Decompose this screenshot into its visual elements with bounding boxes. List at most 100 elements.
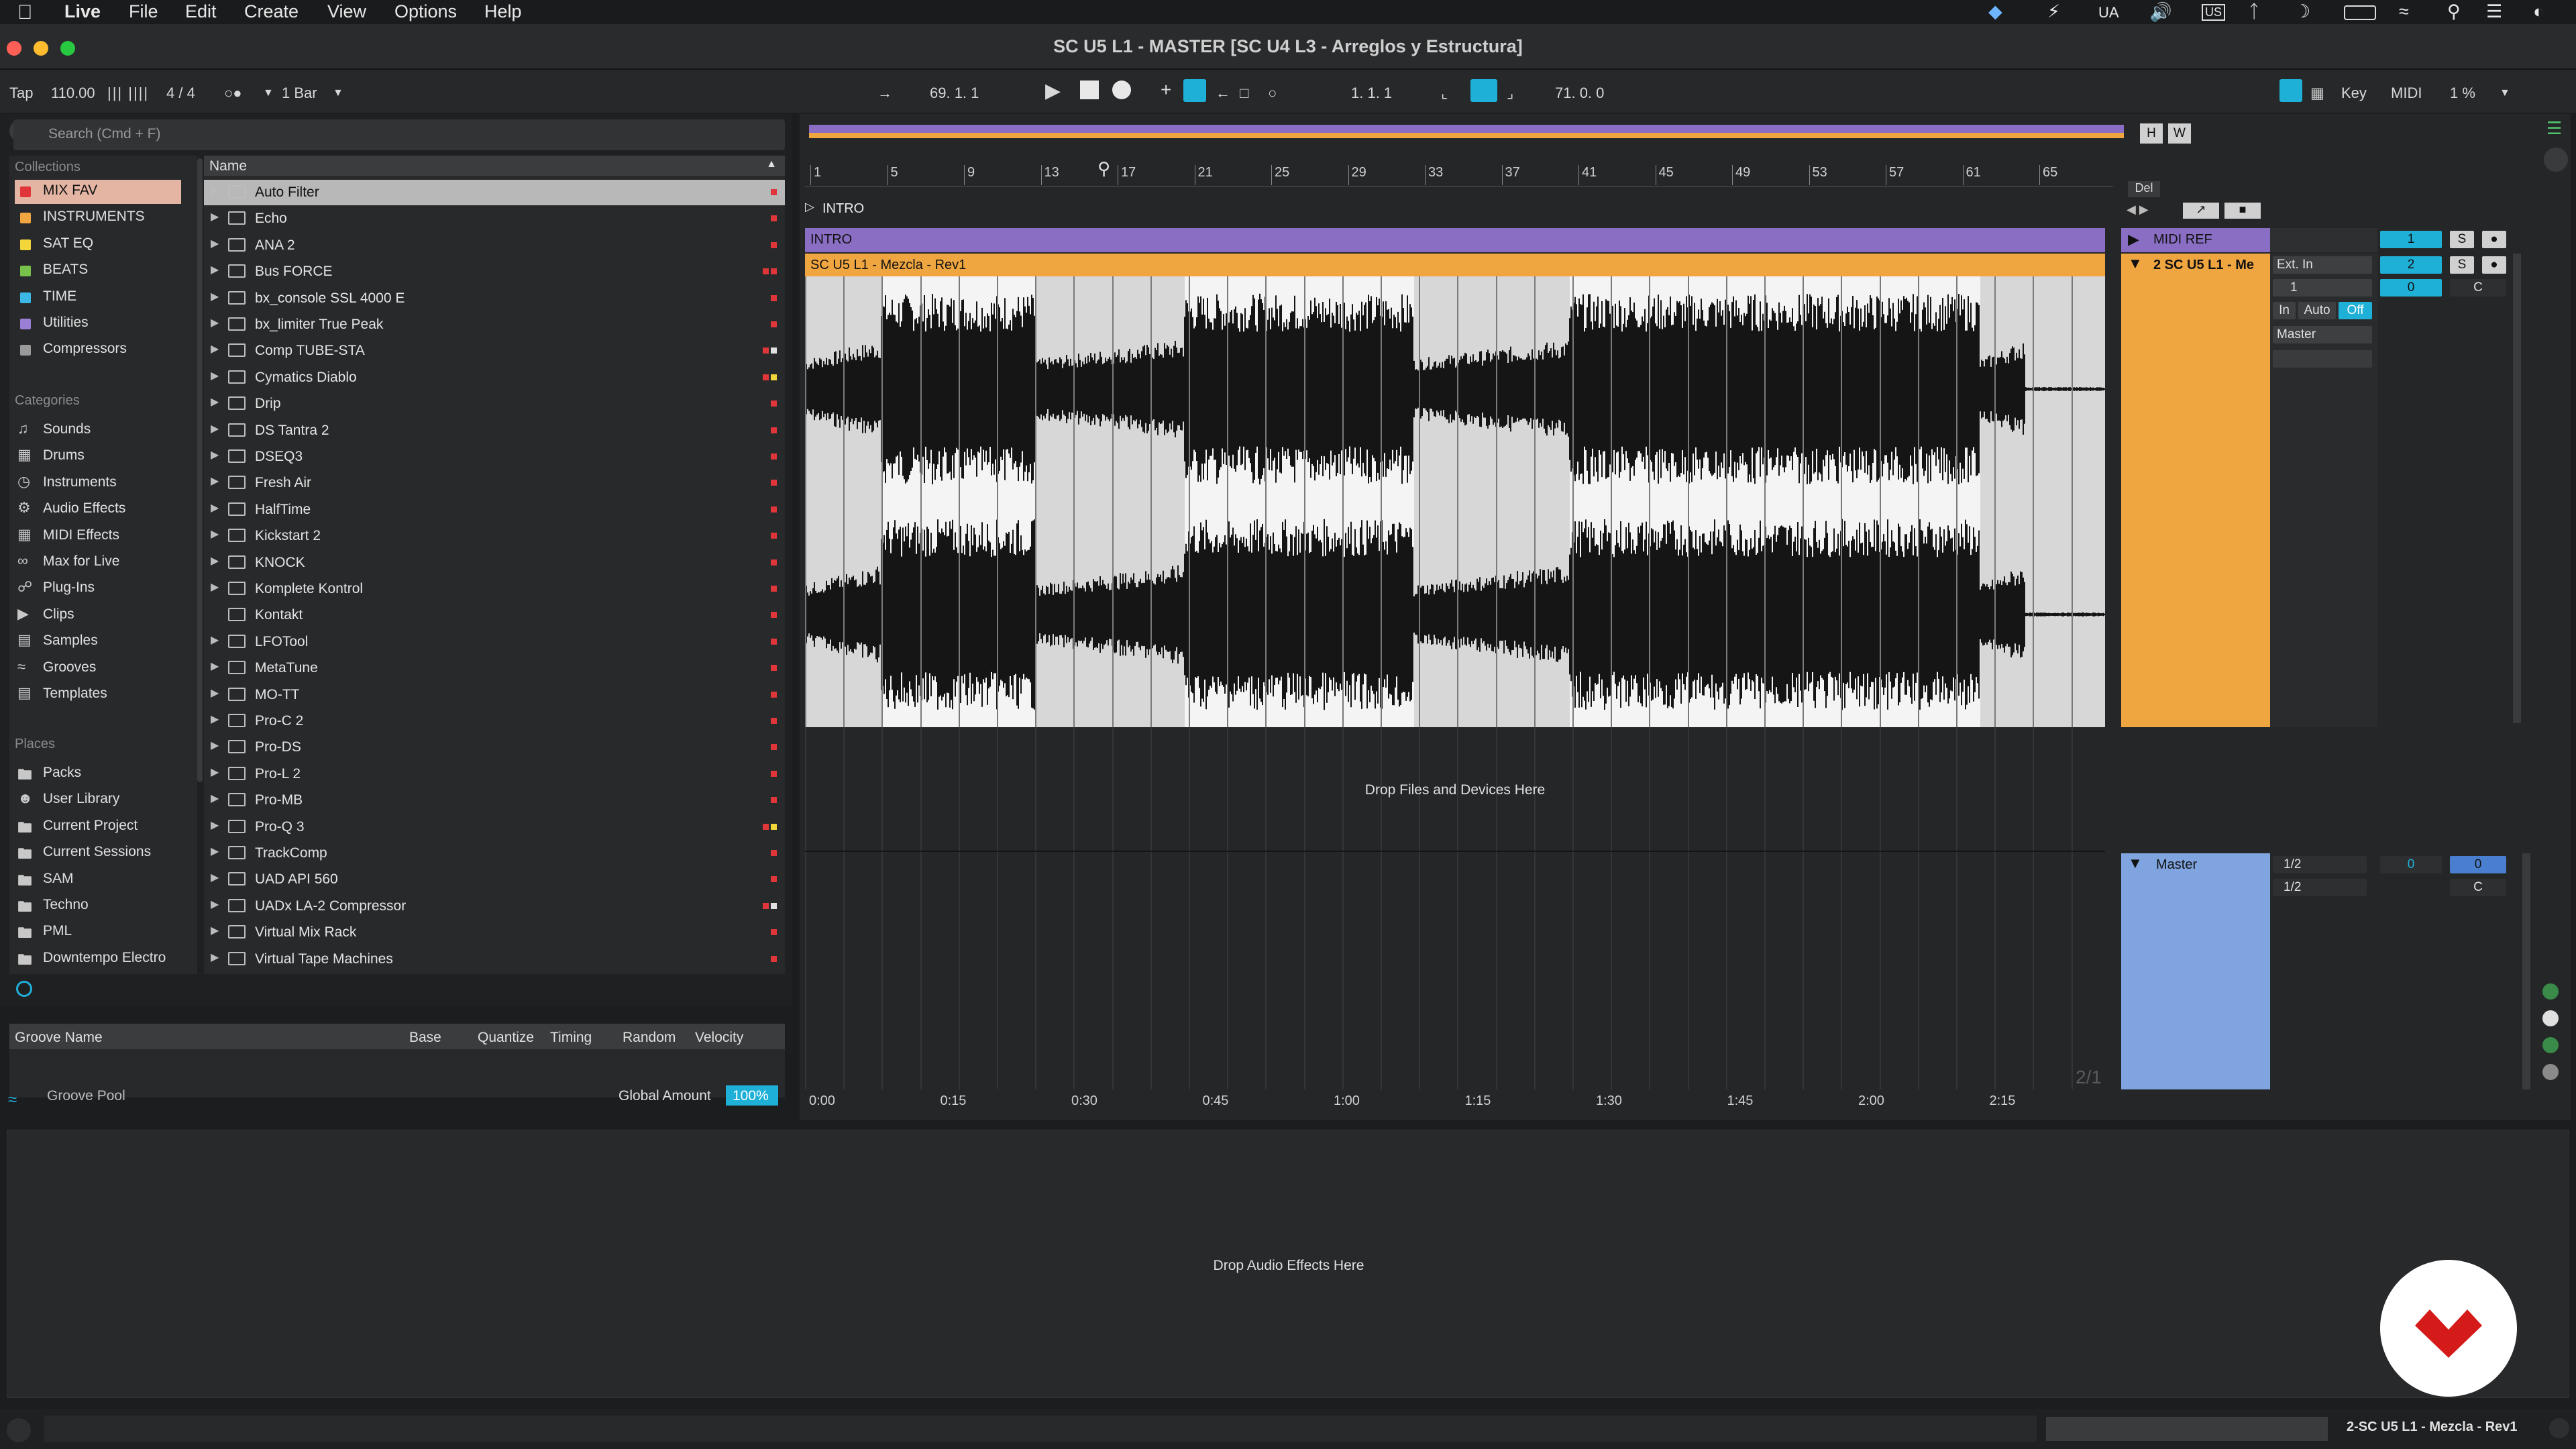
follow-icon[interactable]: →	[877, 85, 892, 102]
groove-col-base[interactable]: Base	[409, 1030, 441, 1046]
browser-item-trackcomp[interactable]: ▶ TrackComp	[204, 841, 785, 866]
expand-arrow-icon[interactable]: ▶	[211, 898, 219, 911]
ua-connect-icon[interactable]: ◆	[1988, 1, 2002, 22]
browser-item-pro-l-2[interactable]: ▶ Pro-L 2	[204, 761, 785, 787]
expand-arrow-icon[interactable]: ▶	[211, 395, 219, 409]
expand-arrow-icon[interactable]: ▶	[211, 818, 219, 832]
browser-item-bx-limiter-true-peak[interactable]: ▶ bx_limiter True Peak	[204, 312, 785, 337]
browser-item-comp-tube-sta[interactable]: ▶ Comp TUBE-STA	[204, 338, 785, 364]
browser-item-cymatics-diablo[interactable]: ▶ Cymatics Diablo	[204, 365, 785, 390]
category-max-for-live[interactable]: ∞ Max for Live	[15, 551, 181, 575]
global-amount-field[interactable]: 100%	[726, 1085, 778, 1106]
expand-arrow-icon[interactable]: ▶	[211, 686, 219, 700]
browser-item-pro-mb[interactable]: ▶ Pro-MB	[204, 788, 785, 813]
place-current-project[interactable]: 🖿 Current Project	[15, 815, 181, 839]
browser-search-input[interactable]: Search (Cmd + F)	[13, 119, 785, 150]
expand-arrow-icon[interactable]: ▶	[211, 871, 219, 884]
notification-icon[interactable]: ◐	[2533, 1, 2544, 22]
groove-col-quantize[interactable]: Quantize	[478, 1030, 534, 1046]
loop-switch-button[interactable]	[1470, 79, 1497, 102]
output-channel-dropdown[interactable]	[2273, 350, 2372, 368]
groove-pool-icon[interactable]: ≈	[8, 1091, 17, 1110]
menu-file[interactable]: File	[129, 1, 158, 22]
category-templates[interactable]: ▤ Templates	[15, 683, 181, 707]
collection-time[interactable]: TIME	[15, 286, 181, 310]
collection-compressors[interactable]: Compressors	[15, 338, 181, 362]
monitor-off-button[interactable]: Off	[2339, 302, 2372, 319]
browser-item-virtual-tape-machines[interactable]: ▶ Virtual Tape Machines	[204, 947, 785, 972]
time-ruler[interactable]: 0:00 0:15 0:30 0:45 1:00 1:15 1:30 1:45 2:00 2:15	[805, 1089, 2105, 1116]
expand-arrow-icon[interactable]: ▶	[211, 712, 219, 726]
tempo-field[interactable]: 110.00	[51, 85, 95, 102]
device-view[interactable]: Drop Audio Effects Here	[7, 1130, 2569, 1398]
w-zoom-button[interactable]: W	[2168, 123, 2191, 144]
clip-overview-mini[interactable]	[2046, 1417, 2328, 1441]
expand-arrow-icon[interactable]: ▶	[211, 448, 219, 462]
groove-col-name[interactable]: Groove Name	[15, 1030, 103, 1046]
browser-item-ana-2[interactable]: ▶ ANA 2	[204, 233, 785, 258]
back-to-arrangement-icon[interactable]: ←	[1216, 85, 1230, 102]
browser-item-dseq3[interactable]: ▶ DSEQ3	[204, 444, 785, 470]
monitor-auto-button[interactable]: Auto	[2298, 302, 2336, 319]
metronome-dropdown-icon[interactable]: ▼	[263, 87, 274, 99]
name-column-header[interactable]: Name ▲	[204, 156, 785, 176]
place-pml[interactable]: 🖿 PML	[15, 920, 181, 945]
midi-ref-arm-icon[interactable]: ●	[2482, 231, 2506, 248]
sends-toggle-icon[interactable]	[2542, 1064, 2559, 1080]
track2-pan[interactable]: C	[2450, 279, 2506, 297]
track-midi-ref[interactable]: ▶ MIDI REF	[2121, 228, 2270, 252]
place-current-sessions[interactable]: 🖿 Current Sessions	[15, 841, 181, 865]
locator-nav-icon[interactable]: ◀ ▶	[2127, 203, 2149, 217]
midi-ref-track-activator[interactable]: 1	[2380, 231, 2442, 248]
menu-app[interactable]: Live	[64, 1, 101, 22]
browser-item-pro-c-2[interactable]: ▶ Pro-C 2	[204, 708, 785, 734]
menu-create[interactable]: Create	[244, 1, 299, 22]
reenable-automation-icon[interactable]	[2542, 1010, 2559, 1026]
browser-item-komplete-kontrol[interactable]: ▶ Komplete Kontrol	[204, 576, 785, 602]
expand-arrow-icon[interactable]: ▶	[211, 290, 219, 303]
audio-clip-waveform[interactable]	[805, 276, 2105, 727]
groove-col-velocity[interactable]: Velocity	[695, 1030, 743, 1046]
expand-arrow-icon[interactable]: ▶	[211, 422, 219, 435]
loop-start-field[interactable]: 1. 1. 1	[1351, 85, 1392, 102]
expand-arrow-icon[interactable]: ▶	[211, 501, 219, 515]
expand-arrow-icon[interactable]: ▶	[211, 580, 219, 594]
play-button[interactable]: ▶	[1045, 79, 1061, 103]
draw-mode-button[interactable]	[2279, 79, 2302, 102]
h-zoom-button[interactable]: H	[2140, 123, 2163, 144]
lock-icon[interactable]: ■	[2224, 203, 2261, 219]
menu-view[interactable]: View	[327, 1, 366, 22]
time-signature-field[interactable]: 4 / 4	[166, 85, 195, 102]
expand-arrow-icon[interactable]: ▶	[211, 554, 219, 568]
browser-item-kickstart-2[interactable]: ▶ Kickstart 2	[204, 523, 785, 549]
expand-arrow-icon[interactable]: ▶	[211, 924, 219, 937]
browser-item-bus-force[interactable]: ▶ Bus FORCE	[204, 259, 785, 284]
io-toggle-icon[interactable]	[2542, 1037, 2559, 1053]
sort-icon[interactable]: ▲	[766, 158, 777, 170]
browser-item-pro-ds[interactable]: ▶ Pro-DS	[204, 735, 785, 760]
expand-arrow-icon[interactable]: ▶	[211, 184, 219, 197]
midi-ref-solo-button[interactable]: S	[2450, 231, 2474, 248]
input-type-dropdown[interactable]: Ext. In	[2273, 256, 2372, 274]
place-downtempo-electro[interactable]: 🖿 Downtempo Electro	[15, 947, 181, 971]
track-master[interactable]: ▼ Master	[2121, 853, 2270, 1089]
hot-swap-icon[interactable]	[16, 981, 32, 997]
loop-record-icon[interactable]: ○	[1268, 85, 1277, 102]
audio-clip-header[interactable]: SC U5 L1 - Mezcla - Rev1	[805, 254, 2105, 276]
input-channel-dropdown[interactable]: 1	[2273, 279, 2372, 297]
wifi-icon[interactable]: ≈	[2399, 1, 2409, 22]
browser-item-mo-tt[interactable]: ▶ MO-TT	[204, 682, 785, 708]
midi-map-button[interactable]: MIDI	[2391, 85, 2422, 102]
expand-arrow-icon[interactable]: ▶	[211, 210, 219, 223]
menu-lines-icon[interactable]: ☰	[2546, 118, 2565, 138]
browser-item-auto-filter[interactable]: ▶ Auto Filter	[204, 180, 785, 205]
expand-icon[interactable]: ↗	[2183, 203, 2219, 219]
keyboard-icon[interactable]: ▦	[2310, 85, 2324, 102]
expand-arrow-icon[interactable]: ▶	[211, 263, 219, 276]
browser-item-virtual-mix-rack[interactable]: ▶ Virtual Mix Rack	[204, 920, 785, 945]
collection-utilities[interactable]: Utilities	[15, 312, 181, 336]
expand-arrow-icon[interactable]: ▶	[211, 316, 219, 329]
expand-arrow-icon[interactable]: ▶	[211, 739, 219, 752]
output-dropdown[interactable]: Master	[2273, 326, 2372, 343]
overdub-button[interactable]: +	[1161, 79, 1171, 101]
